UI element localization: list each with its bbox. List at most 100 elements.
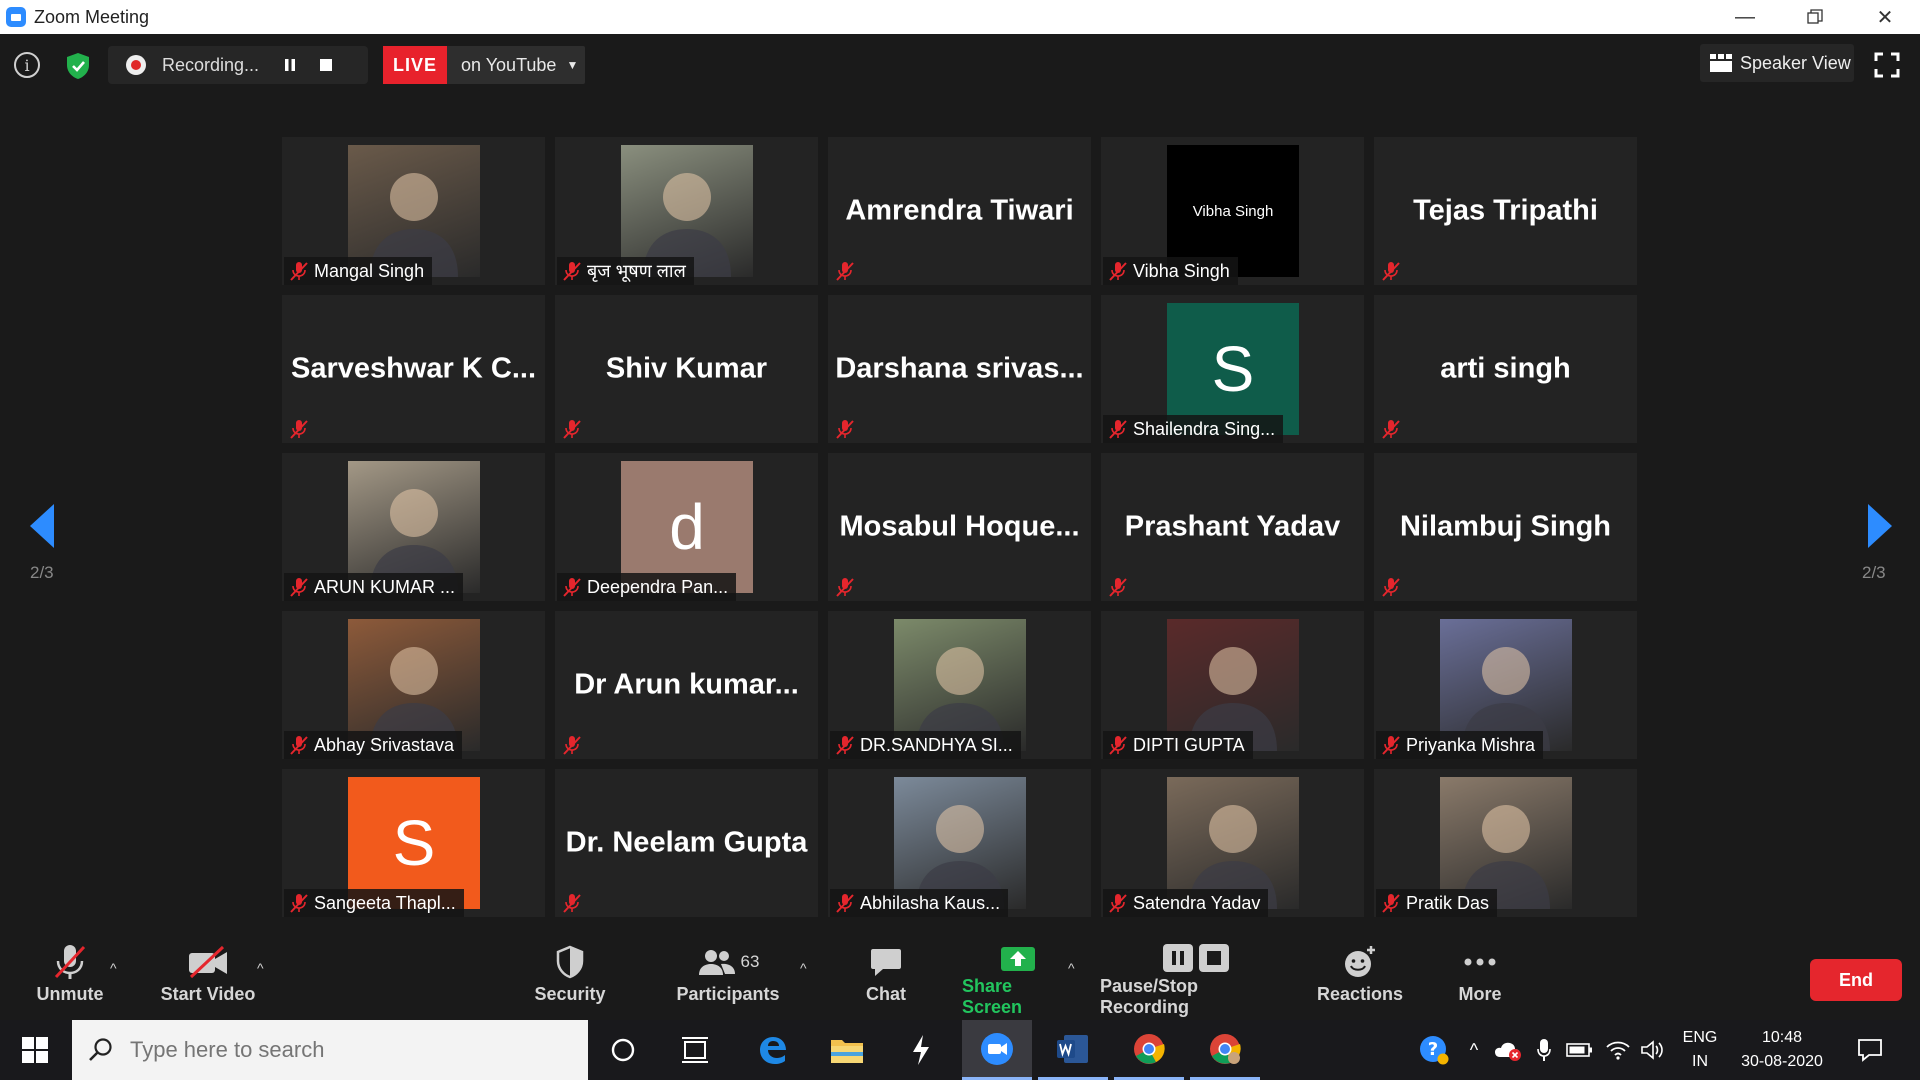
security-button[interactable]: Security — [530, 940, 610, 1018]
avatar-letter: S — [1211, 333, 1255, 405]
participant-display-name: Dr Arun kumar... — [574, 668, 799, 701]
cortana-icon[interactable] — [588, 1020, 658, 1080]
unmute-button[interactable]: Unmute — [30, 940, 110, 1018]
task-view-icon[interactable] — [660, 1020, 730, 1080]
volume-icon[interactable] — [1636, 1020, 1670, 1080]
end-meeting-button[interactable]: End — [1810, 959, 1902, 1001]
participant-name: Pratik Das — [1406, 892, 1490, 913]
participant-tile[interactable]: Mangal Singh — [282, 137, 545, 285]
participant-display-name: Shiv Kumar — [605, 352, 768, 385]
participant-tile[interactable]: Satendra Yadav — [1101, 769, 1364, 917]
participant-tile[interactable]: Abhay Srivastava — [282, 611, 545, 759]
participant-tile[interactable]: Vibha Singh Vibha Singh — [1101, 137, 1364, 285]
pinned-app-icon[interactable] — [886, 1020, 956, 1080]
muted-mic-icon — [290, 894, 308, 913]
participant-display-name: arti singh — [1440, 352, 1571, 385]
participant-tile[interactable]: Tejas Tripathi — [1374, 137, 1637, 285]
participant-tile[interactable]: S Sangeeta Thapl... — [282, 769, 545, 917]
onedrive-error-icon[interactable] — [1490, 1020, 1526, 1080]
participant-tile[interactable]: Dr Arun kumar... — [555, 611, 818, 759]
speaker-view-button[interactable]: Speaker View — [1700, 44, 1854, 82]
participant-name: DR.SANDHYA SI... — [860, 734, 1013, 755]
participant-count: 63 — [740, 952, 760, 971]
microphone-tray-icon[interactable] — [1528, 1020, 1560, 1080]
next-page-arrow[interactable] — [1858, 496, 1898, 556]
participant-tile[interactable]: ARUN KUMAR ... — [282, 453, 545, 601]
word-icon[interactable] — [1038, 1020, 1108, 1080]
pause-recording-button[interactable] — [272, 46, 308, 84]
participant-tile[interactable]: d Deependra Pan... — [555, 453, 818, 601]
participant-name-label — [830, 415, 868, 443]
participant-tile[interactable]: Shiv Kumar — [555, 295, 818, 443]
participant-tile[interactable]: Dr. Neelam Gupta — [555, 769, 818, 917]
minimize-icon[interactable]: — — [1710, 0, 1780, 34]
notifications-icon[interactable] — [1848, 1020, 1892, 1080]
participant-name-label — [557, 731, 595, 759]
participant-tile[interactable]: Pratik Das — [1374, 769, 1637, 917]
muted-mic-icon — [290, 736, 308, 755]
muted-mic-icon — [563, 420, 581, 439]
reactions-button[interactable]: Reactions — [1312, 940, 1408, 1018]
avatar-card-text: Vibha Singh — [1192, 202, 1274, 220]
edge-browser-icon[interactable] — [738, 1020, 808, 1080]
chat-button[interactable]: Chat — [846, 940, 926, 1018]
input-language-indicator[interactable]: ENG IN — [1668, 1026, 1732, 1074]
participant-tile[interactable]: Prashant Yadav — [1101, 453, 1364, 601]
pause-stop-recording-button[interactable]: Pause/Stop Recording — [1100, 940, 1292, 1018]
participant-tile[interactable]: Amrendra Tiwari — [828, 137, 1091, 285]
video-options-caret-icon[interactable]: ^ — [257, 960, 264, 976]
participant-tile[interactable]: Nilambuj Singh — [1374, 453, 1637, 601]
search-input[interactable] — [128, 1036, 552, 1064]
share-options-caret-icon[interactable]: ^ — [1068, 960, 1075, 976]
participant-tile[interactable]: Mosabul Hoque... — [828, 453, 1091, 601]
stop-recording-button[interactable] — [308, 46, 344, 84]
video-off-icon — [187, 940, 229, 984]
zoom-taskbar-icon[interactable] — [962, 1020, 1032, 1080]
participant-tile[interactable]: Abhilasha Kaus... — [828, 769, 1091, 917]
muted-mic-icon — [563, 578, 581, 597]
show-hidden-icons-chevron-icon[interactable]: ^ — [1460, 1020, 1488, 1080]
more-button[interactable]: More — [1440, 940, 1520, 1018]
close-icon[interactable]: ✕ — [1850, 0, 1920, 34]
fullscreen-icon[interactable] — [1870, 48, 1904, 82]
muted-mic-icon — [836, 894, 854, 913]
participant-name: ARUN KUMAR ... — [314, 576, 456, 597]
encryption-shield-icon[interactable] — [60, 48, 96, 84]
participant-tile[interactable]: बृज भूषण लाल — [555, 137, 818, 285]
participant-tile[interactable]: arti singh — [1374, 295, 1637, 443]
muted-mic-icon — [290, 578, 308, 597]
chrome-profile-icon[interactable] — [1190, 1020, 1260, 1080]
participant-tile[interactable]: Priyanka Mishra — [1374, 611, 1637, 759]
wifi-icon[interactable] — [1600, 1020, 1636, 1080]
audio-options-caret-icon[interactable]: ^ — [110, 960, 117, 976]
muted-mic-icon — [836, 578, 854, 597]
participants-button[interactable]: 63 Participants — [672, 940, 784, 1018]
taskbar-clock[interactable]: 10:48 30-08-2020 — [1730, 1026, 1834, 1074]
participants-options-caret-icon[interactable]: ^ — [800, 960, 807, 976]
battery-icon[interactable] — [1562, 1020, 1598, 1080]
participant-tile[interactable]: S Shailendra Sing... — [1101, 295, 1364, 443]
muted-mic-icon — [1109, 894, 1127, 913]
participant-tile[interactable]: DR.SANDHYA SI... — [828, 611, 1091, 759]
start-video-button[interactable]: Start Video — [158, 940, 258, 1018]
language-code: ENG — [1682, 1029, 1718, 1046]
muted-mic-icon — [290, 420, 308, 439]
file-explorer-icon[interactable] — [812, 1020, 882, 1080]
live-stream-dropdown[interactable]: LIVE on YouTube ▼ — [383, 46, 585, 84]
chrome-icon[interactable] — [1114, 1020, 1184, 1080]
share-screen-button[interactable]: Share Screen — [962, 940, 1074, 1018]
participant-tile[interactable]: Darshana srivas... — [828, 295, 1091, 443]
window-title: Zoom Meeting — [34, 6, 150, 27]
taskbar-search[interactable] — [72, 1020, 588, 1080]
help-icon[interactable]: ? — [1412, 1020, 1456, 1080]
windows-start-icon[interactable] — [0, 1020, 70, 1080]
participant-tile[interactable]: DIPTI GUPTA — [1101, 611, 1364, 759]
participant-tile[interactable]: Sarveshwar K C... — [282, 295, 545, 443]
window-controls: — ✕ — [1710, 0, 1920, 34]
previous-page-arrow[interactable] — [24, 496, 64, 556]
more-label: More — [1458, 984, 1502, 1004]
start-video-label: Start Video — [160, 984, 256, 1004]
restore-icon[interactable] — [1780, 0, 1850, 34]
info-icon[interactable]: i — [14, 52, 40, 78]
participant-name-label: DIPTI GUPTA — [1103, 731, 1253, 759]
